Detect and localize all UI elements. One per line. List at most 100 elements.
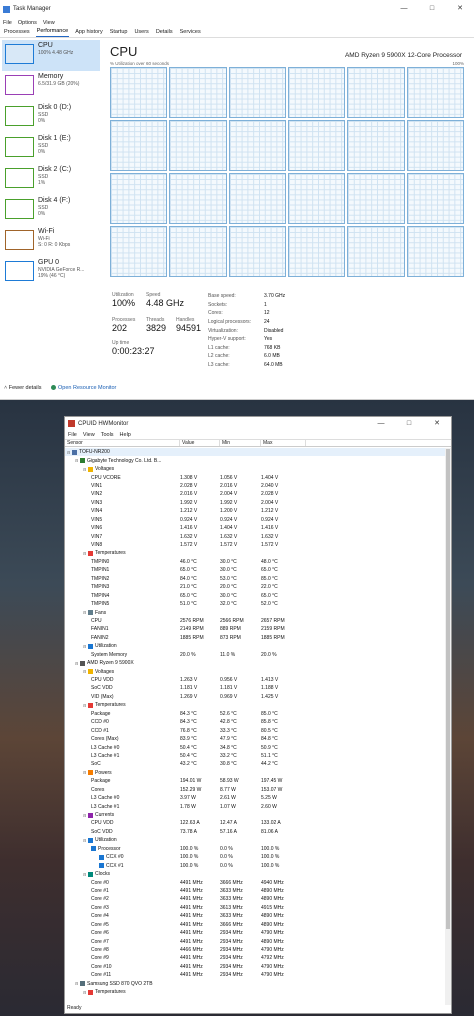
sensor-row[interactable]: Core #9 4491 MHz 2934 MHz 4792 MHz: [65, 954, 451, 962]
menu-file[interactable]: File: [3, 20, 12, 26]
sensor-row[interactable]: CCD #1 76.8 °C 33.3 °C 80.5 °C: [65, 726, 451, 734]
sidebar-item-disk-4-f[interactable]: Disk 4 (F:) SSD 0%: [2, 195, 100, 226]
sensor-row[interactable]: Core #3 4491 MHz 3613 MHz 4915 MHz: [65, 904, 451, 912]
sensor-row[interactable]: L3 Cache #1 50.4 °C 33.2 °C 51.1 °C: [65, 752, 451, 760]
sensor-row[interactable]: CPU VCORE 1.308 V 1.056 V 1.404 V: [65, 473, 451, 481]
tab-app-history[interactable]: App history: [74, 29, 104, 37]
tree-node[interactable]: Processor 100.0 % 0.0 % 100.0 %: [65, 845, 451, 853]
sensor-row[interactable]: L3 Cache #0 3.97 W 2.61 W 5.25 W: [65, 794, 451, 802]
tab-users[interactable]: Users: [133, 29, 149, 37]
col-sensor[interactable]: Sensor: [65, 440, 180, 446]
sensor-row[interactable]: System Memory 20.0 % 11.0 % 20.0 %: [65, 651, 451, 659]
sensor-row[interactable]: L3 Cache #0 50.4 °C 34.8 °C 50.9 °C: [65, 743, 451, 751]
sensor-row[interactable]: L3 Cache #1 1.78 W 1.07 W 2.60 W: [65, 802, 451, 810]
col-max[interactable]: Max: [261, 440, 306, 446]
tree-node[interactable]: ⊟ Gigabyte Technology Co. Ltd. B...: [65, 456, 451, 464]
sidebar-item-wi-fi[interactable]: Wi-Fi Wi-Fi S: 0 R: 0 Kbps: [2, 226, 100, 257]
sensor-row[interactable]: TMPIN1 65.0 °C 30.0 °C 65.0 °C: [65, 566, 451, 574]
tree-node[interactable]: CCX #1 100.0 % 0.0 % 100.0 %: [65, 861, 451, 869]
tab-processes[interactable]: Processes: [3, 29, 31, 37]
sensor-row[interactable]: VIN5 0.924 V 0.924 V 0.924 V: [65, 516, 451, 524]
tab-services[interactable]: Services: [179, 29, 202, 37]
tab-startup[interactable]: Startup: [109, 29, 129, 37]
vertical-scrollbar[interactable]: [445, 448, 451, 1005]
sidebar-item-disk-2-c[interactable]: Disk 2 (C:) SSD 1%: [2, 164, 100, 195]
sensor-row[interactable]: Core #0 4491 MHz 3666 MHz 4940 MHz: [65, 878, 451, 886]
sensor-row[interactable]: Core #11 4491 MHz 2934 MHz 4790 MHz: [65, 971, 451, 979]
sensor-row[interactable]: VIN8 1.572 V 1.572 V 1.572 V: [65, 541, 451, 549]
maximize-button[interactable]: □: [418, 0, 446, 16]
sensor-row[interactable]: TMPIN5 51.0 °C 32.0 °C 52.0 °C: [65, 600, 451, 608]
scrollbar-thumb[interactable]: [446, 449, 450, 929]
sensor-row[interactable]: Core #10 4491 MHz 2934 MHz 4790 MHz: [65, 963, 451, 971]
menu-options[interactable]: Options: [18, 20, 37, 26]
sensor-row[interactable]: Core #7 4491 MHz 2934 MHz 4890 MHz: [65, 937, 451, 945]
sensor-row[interactable]: SoC VDD 73.78 A 57.16 A 81.06 A: [65, 828, 451, 836]
menu-view[interactable]: View: [43, 20, 55, 26]
sensor-row[interactable]: VIN6 1.416 V 1.404 V 1.416 V: [65, 524, 451, 532]
tree-node[interactable]: ⊟ Temperatures: [65, 988, 451, 996]
tree-node[interactable]: ⊟ AMD Ryzen 9 5900X: [65, 659, 451, 667]
tree-node[interactable]: ⊟ TOFU-NR200: [65, 448, 451, 457]
sensor-row[interactable]: Cores (Max) 83.9 °C 47.9 °C 84.8 °C: [65, 735, 451, 743]
sidebar-item-memory[interactable]: Memory 6.5/31.9 GB (20%): [2, 71, 100, 102]
sensor-row[interactable]: Package 194.01 W 58.93 W 197.45 W: [65, 777, 451, 785]
sensor-row[interactable]: Core #5 4491 MHz 3666 MHz 4890 MHz: [65, 921, 451, 929]
sensor-row[interactable]: TMPIN2 84.0 °C 53.0 °C 85.0 °C: [65, 575, 451, 583]
sensor-row[interactable]: VIN7 1.632 V 1.632 V 1.632 V: [65, 532, 451, 540]
sensor-row[interactable]: SoC VDD 1.181 V 1.181 V 1.188 V: [65, 684, 451, 692]
sensor-row[interactable]: CPU 2576 RPM 2566 RPM 2657 RPM: [65, 617, 451, 625]
sensor-row[interactable]: TMPIN0 46.0 °C 30.0 °C 48.0 °C: [65, 558, 451, 566]
tree-node[interactable]: ⊟ Temperatures: [65, 701, 451, 709]
sensor-row[interactable]: VIN3 1.992 V 1.992 V 2.004 V: [65, 499, 451, 507]
sensor-row[interactable]: VIN1 2.028 V 2.016 V 2.040 V: [65, 482, 451, 490]
tree-node[interactable]: ⊟ Utilization: [65, 836, 451, 844]
sensor-row[interactable]: Cores 152.29 W 8.77 W 153.07 W: [65, 786, 451, 794]
hw-menu-view[interactable]: View: [83, 432, 95, 438]
sidebar-item-disk-0-d[interactable]: Disk 0 (D:) SSD 0%: [2, 102, 100, 133]
hw-maximize-button[interactable]: □: [395, 417, 423, 429]
sensor-row[interactable]: TMPIN4 65.0 °C 30.0 °C 65.0 °C: [65, 591, 451, 599]
sensor-row[interactable]: VIN4 1.212 V 1.200 V 1.212 V: [65, 507, 451, 515]
hw-menu-tools[interactable]: Tools: [101, 432, 114, 438]
col-value[interactable]: Value: [180, 440, 220, 446]
sensor-row[interactable]: CPU VDD 122.63 A 12.47 A 133.02 A: [65, 819, 451, 827]
tree-node[interactable]: ⊟ Clocks: [65, 870, 451, 878]
sensor-row[interactable]: CCD #0 84.3 °C 42.8 °C 85.8 °C: [65, 718, 451, 726]
hw-close-button[interactable]: ✕: [423, 417, 451, 429]
tree-node[interactable]: ⊟ Temperatures: [65, 549, 451, 557]
tree-node[interactable]: ⊟ Samsung SSD 870 QVO 2TB: [65, 980, 451, 988]
sensor-row[interactable]: Core #2 4491 MHz 3633 MHz 4890 MHz: [65, 895, 451, 903]
open-resource-monitor-link[interactable]: Open Resource Monitor: [51, 385, 116, 391]
close-button[interactable]: ✕: [446, 0, 474, 16]
tree-node[interactable]: ⊟ Fans: [65, 608, 451, 616]
minimize-button[interactable]: —: [390, 0, 418, 16]
sidebar-item-disk-1-e[interactable]: Disk 1 (E:) SSD 0%: [2, 133, 100, 164]
tree-node[interactable]: ⊟ Currents: [65, 811, 451, 819]
sensor-row[interactable]: Core #6 4491 MHz 2934 MHz 4790 MHz: [65, 929, 451, 937]
sensor-row[interactable]: Core #4 4491 MHz 3633 MHz 4890 MHz: [65, 912, 451, 920]
sensor-row[interactable]: Package 84.3 °C 52.6 °C 85.0 °C: [65, 710, 451, 718]
tree-node[interactable]: ⊟ Powers: [65, 769, 451, 777]
sensor-row[interactable]: CPU VDD 1.263 V 0.956 V 1.413 V: [65, 676, 451, 684]
tree-node[interactable]: ⊟ Voltages: [65, 465, 451, 473]
col-min[interactable]: Min: [220, 440, 261, 446]
sensor-row[interactable]: TMPIN3 21.0 °C 20.0 °C 22.0 °C: [65, 583, 451, 591]
sidebar-item-gpu-0[interactable]: GPU 0 NVIDIA GeForce R... 19% (46 °C): [2, 257, 100, 288]
hw-menu-help[interactable]: Help: [120, 432, 131, 438]
sensor-row[interactable]: VIN2 2.016 V 2.004 V 2.028 V: [65, 490, 451, 498]
sensor-row[interactable]: Core #1 4491 MHz 3633 MHz 4890 MHz: [65, 887, 451, 895]
sensor-row[interactable]: FANIN2 1885 RPM 873 RPM 1885 RPM: [65, 634, 451, 642]
tab-performance[interactable]: Performance: [35, 28, 70, 37]
sensor-row[interactable]: VID (Max) 1.269 V 0.969 V 1.425 V: [65, 693, 451, 701]
sidebar-item-cpu[interactable]: CPU 100% 4.48 GHz: [2, 40, 100, 71]
tree-node[interactable]: ⊟ Voltages: [65, 667, 451, 675]
tree-node[interactable]: CCX #0 100.0 % 0.0 % 100.0 %: [65, 853, 451, 861]
hw-minimize-button[interactable]: —: [367, 417, 395, 429]
sensor-row[interactable]: Core #8 4466 MHz 2934 MHz 4790 MHz: [65, 946, 451, 954]
sensor-row[interactable]: SoC 43.2 °C 30.8 °C 44.2 °C: [65, 760, 451, 768]
tree-node[interactable]: ⊟ Utilization: [65, 642, 451, 650]
hw-menu-file[interactable]: File: [68, 432, 77, 438]
sensor-row[interactable]: FANIN1 2149 RPM 889 RPM 2159 RPM: [65, 625, 451, 633]
tab-details[interactable]: Details: [155, 29, 174, 37]
